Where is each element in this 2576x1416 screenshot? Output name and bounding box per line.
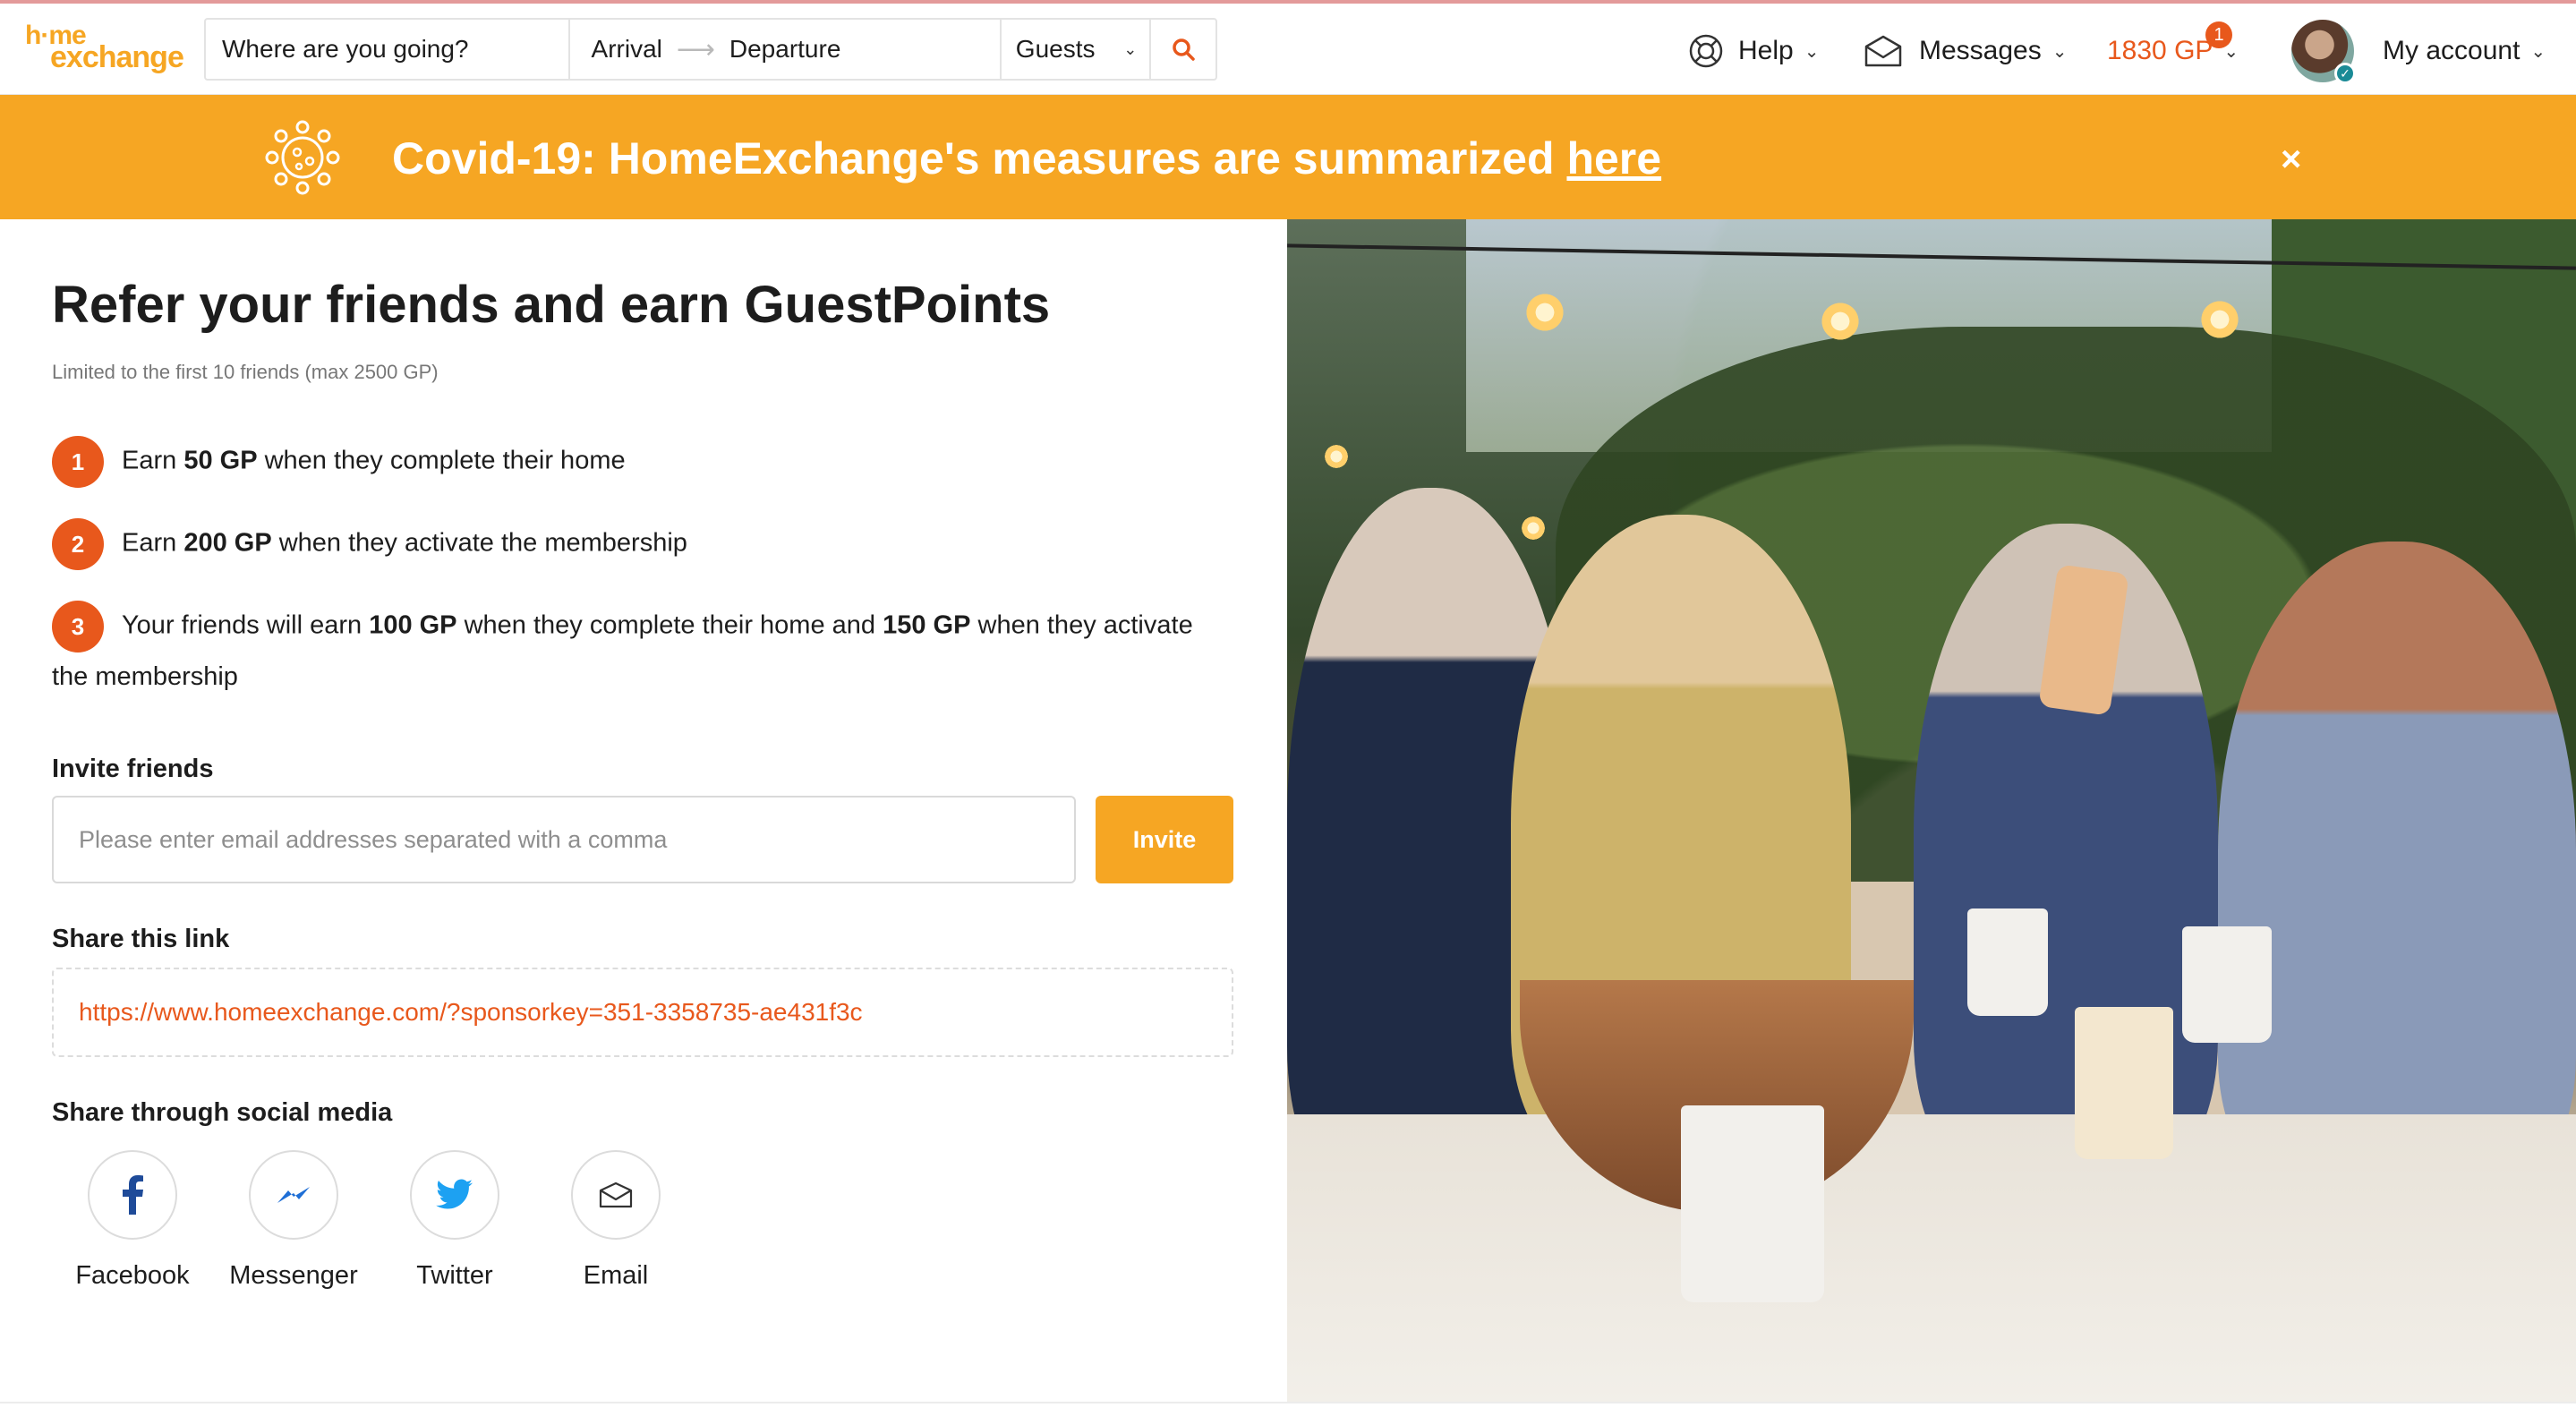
- facebook-icon: [123, 1175, 143, 1215]
- messages-menu[interactable]: Messages ⌄: [1864, 4, 2078, 98]
- share-facebook-button[interactable]: Facebook: [61, 1150, 204, 1291]
- step-number: 3: [52, 601, 104, 653]
- guestpoints-balance: 1830 GP: [2107, 36, 2213, 65]
- arrow-right-icon: ⟶: [676, 34, 715, 64]
- homeexchange-logo[interactable]: h·me exchange: [25, 22, 184, 77]
- step-points: 50 GP: [183, 446, 258, 475]
- light-bulb: [1520, 515, 1547, 542]
- share-link-label: Share this link: [52, 925, 230, 953]
- invite-friends-label: Invite friends: [52, 755, 214, 783]
- step-text: Earn: [122, 446, 184, 475]
- step-item: 1 Earn 50 GP when they complete their hom…: [52, 436, 1233, 488]
- social-label: Email: [583, 1261, 649, 1290]
- chevron-down-icon: ⌄: [1123, 39, 1138, 58]
- invite-button[interactable]: Invite: [1096, 796, 1233, 883]
- person-right: [2218, 542, 2576, 1186]
- light-bulb: [1523, 291, 1566, 334]
- step-text: Your friends will earn: [122, 610, 370, 640]
- cup: [1681, 1105, 1824, 1302]
- help-label: Help: [1738, 36, 1794, 65]
- page-title: Refer your friends and earn GuestPoints: [52, 276, 1051, 334]
- referral-limit-note: Limited to the first 10 friends (max 250…: [52, 361, 439, 383]
- step-number: 1: [52, 436, 104, 488]
- cup: [2182, 926, 2272, 1043]
- email-icon: [599, 1181, 633, 1208]
- cup: [1967, 908, 2048, 1016]
- light-bulb: [2198, 298, 2241, 341]
- referral-link-field[interactable]: https://www.homeexchange.com/?sponsorkey…: [52, 968, 1233, 1057]
- step-points: 200 GP: [183, 528, 272, 558]
- social-icon-circle[interactable]: [249, 1150, 338, 1240]
- chevron-down-icon: ⌄: [1804, 41, 1820, 62]
- guests-label: Guests: [1015, 35, 1096, 63]
- date-range-picker[interactable]: Arrival ⟶ Departure: [570, 20, 1002, 79]
- step-points: 150 GP: [883, 610, 971, 640]
- friends-dinner-photo: [1287, 219, 2576, 1403]
- referral-link[interactable]: https://www.homeexchange.com/?sponsorkey…: [79, 998, 863, 1027]
- departure-field[interactable]: Departure: [729, 35, 841, 64]
- destination-placeholder: Where are you going?: [222, 35, 469, 63]
- virus-icon: [265, 120, 340, 195]
- search-icon: [1173, 38, 1195, 61]
- step-text: when they activate the membership: [271, 528, 687, 558]
- avatar-button[interactable]: ✓: [2291, 4, 2356, 98]
- step-text: Earn: [122, 528, 184, 558]
- messages-label: Messages: [1919, 36, 2042, 65]
- share-twitter-button[interactable]: Twitter: [383, 1150, 526, 1291]
- share-messenger-button[interactable]: Messenger: [222, 1150, 365, 1291]
- step-number: 2: [52, 518, 104, 570]
- social-share-label: Share through social media: [52, 1098, 393, 1127]
- help-menu[interactable]: Help ⌄: [1688, 4, 1846, 98]
- step-item: 3 Your friends will earn 100 GP when they…: [52, 601, 1233, 701]
- guests-select[interactable]: Guests ⌄: [1002, 20, 1152, 79]
- arrival-field[interactable]: Arrival: [592, 35, 662, 64]
- lifebuoy-icon: [1689, 34, 1723, 68]
- twitter-icon: [436, 1179, 473, 1209]
- social-icon-circle[interactable]: [410, 1150, 499, 1240]
- banner-text: Covid-19: HomeExchange's measures are su…: [392, 133, 1567, 183]
- account-label: My account: [2383, 36, 2521, 65]
- verified-check-icon: ✓: [2334, 63, 2356, 84]
- chevron-down-icon: ⌄: [2051, 41, 2068, 62]
- invite-email-field[interactable]: [52, 796, 1076, 883]
- social-icon-circle[interactable]: [571, 1150, 661, 1240]
- step-text: when they complete their home: [257, 446, 626, 475]
- share-email-button[interactable]: Email: [544, 1150, 687, 1291]
- destination-input[interactable]: Where are you going?: [206, 20, 570, 79]
- guestpoints-menu[interactable]: 1830 GP 1 ⌄: [2107, 4, 2259, 98]
- envelope-icon: [1864, 35, 1902, 67]
- step-points: 100 GP: [369, 610, 457, 640]
- dinner-table: [1287, 1114, 2576, 1403]
- chevron-down-icon: ⌄: [2530, 41, 2546, 62]
- messenger-icon: [277, 1187, 310, 1203]
- logo-line-2: exchange: [50, 40, 184, 74]
- social-label: Twitter: [416, 1261, 493, 1290]
- search-bar: Where are you going? Arrival ⟶ Departure…: [204, 18, 1217, 81]
- candle: [2075, 1007, 2173, 1159]
- social-label: Messenger: [229, 1261, 358, 1290]
- social-icon-circle[interactable]: [88, 1150, 177, 1240]
- avatar: ✓: [2291, 20, 2356, 84]
- social-label: Facebook: [75, 1261, 190, 1290]
- step-text: when they complete their home and: [456, 610, 883, 640]
- page-bottom-border: [0, 1402, 2576, 1403]
- step-item: 2 Earn 200 GP when they activate the memb…: [52, 518, 1233, 570]
- notification-badge: 1: [2205, 21, 2232, 48]
- light-bulb: [1323, 443, 1350, 470]
- banner-here-link[interactable]: here: [1566, 133, 1661, 183]
- top-header: h·me exchange Where are you going? Arriv…: [0, 0, 2576, 95]
- my-account-menu[interactable]: My account ⌄: [2383, 4, 2562, 98]
- banner-message: Covid-19: HomeExchange's measures are su…: [392, 132, 1661, 184]
- close-icon[interactable]: ×: [2281, 140, 2301, 180]
- covid-banner: Covid-19: HomeExchange's measures are su…: [0, 95, 2576, 219]
- search-button[interactable]: [1151, 20, 1215, 79]
- light-bulb: [1819, 300, 1862, 343]
